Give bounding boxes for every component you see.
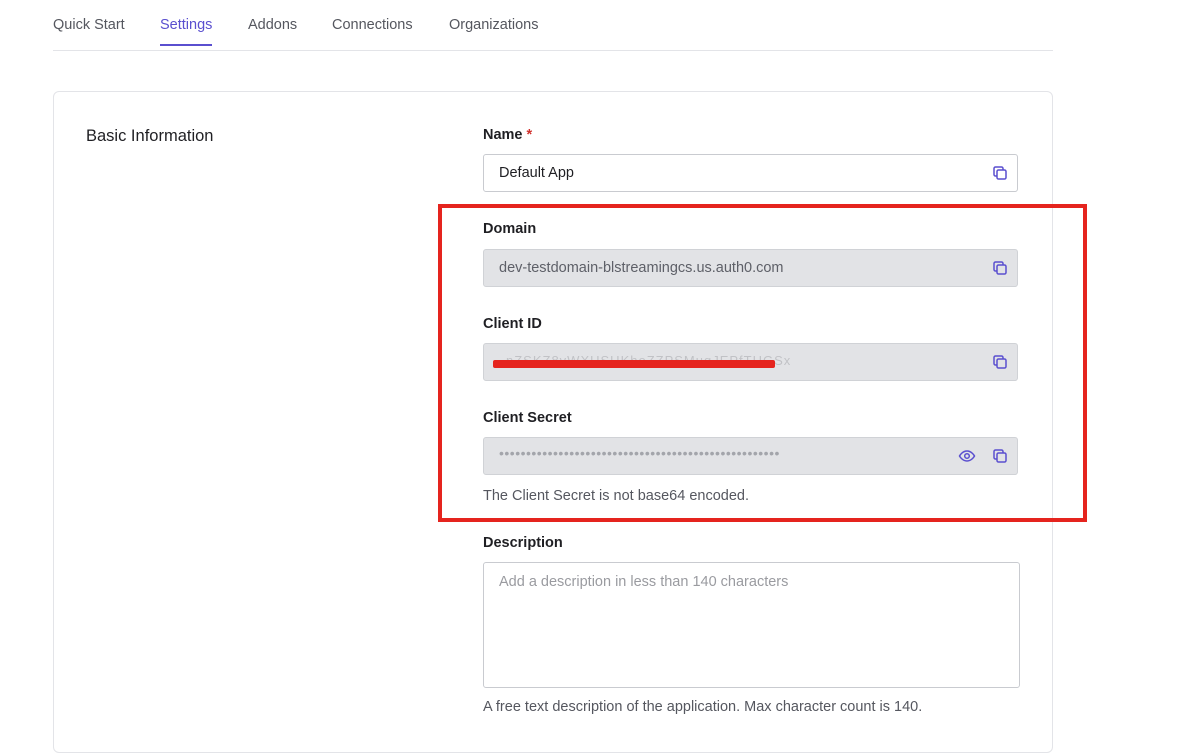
tab-settings[interactable]: Settings [160, 17, 213, 46]
copy-icon[interactable] [991, 164, 1009, 182]
description-placeholder: Add a description in less than 140 chara… [499, 574, 789, 590]
section-title: Basic Information [86, 127, 214, 145]
tab-connections[interactable]: Connections [332, 17, 413, 46]
tab-quick-start[interactable]: Quick Start [53, 17, 125, 46]
required-marker: * [526, 127, 533, 143]
name-field[interactable]: Default App [483, 154, 1018, 192]
tab-organizations[interactable]: Organizations [449, 17, 538, 46]
tab-addons[interactable]: Addons [248, 17, 297, 46]
description-textarea[interactable]: Add a description in less than 140 chara… [483, 562, 1020, 688]
description-help: A free text description of the applicati… [483, 699, 923, 715]
highlight-box [438, 204, 1087, 522]
description-label: Description [483, 535, 563, 551]
tab-bar: Quick Start Settings Addons Connections … [53, 0, 1053, 51]
name-value: Default App [499, 165, 574, 181]
name-label: Name * [483, 127, 533, 143]
